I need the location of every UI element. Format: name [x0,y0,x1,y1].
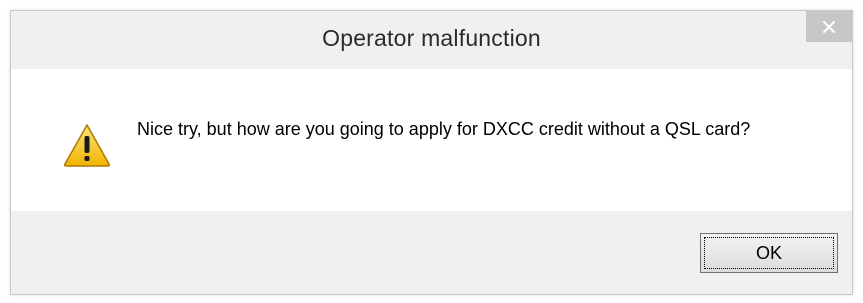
ok-button-label: OK [755,242,782,263]
dialog-title: Operator malfunction [322,25,541,51]
close-button[interactable] [806,11,852,42]
dialog-footer: OK [11,211,852,294]
dialog-content: Nice try, but how are you going to apply… [11,69,852,211]
dialog-message: Nice try, but how are you going to apply… [137,119,751,139]
warning-icon [63,123,111,167]
ok-button[interactable]: OK [700,233,838,273]
title-bar[interactable]: Operator malfunction [11,11,852,69]
message-dialog: Operator malfunction Nice try, but how a… [10,10,853,295]
close-icon [823,20,835,33]
